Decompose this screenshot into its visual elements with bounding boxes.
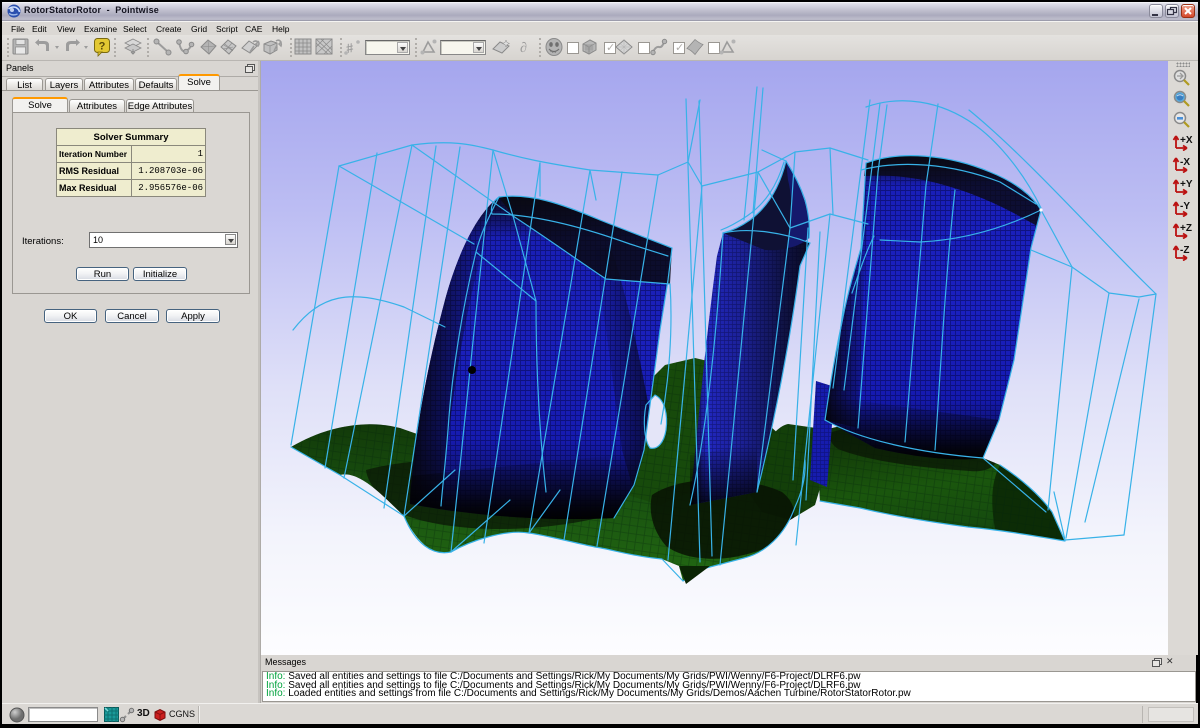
svg-text:-Z: -Z [1180,245,1189,256]
svg-text:+Y: +Y [1180,179,1193,190]
svg-text:+Z: +Z [1180,223,1192,234]
svg-text:-Y: -Y [1180,201,1190,212]
svg-text:+X: +X [1180,135,1193,146]
svg-text:∂: ∂ [520,41,527,56]
svg-text:-X: -X [1180,157,1190,168]
svg-text:?: ? [99,41,106,53]
